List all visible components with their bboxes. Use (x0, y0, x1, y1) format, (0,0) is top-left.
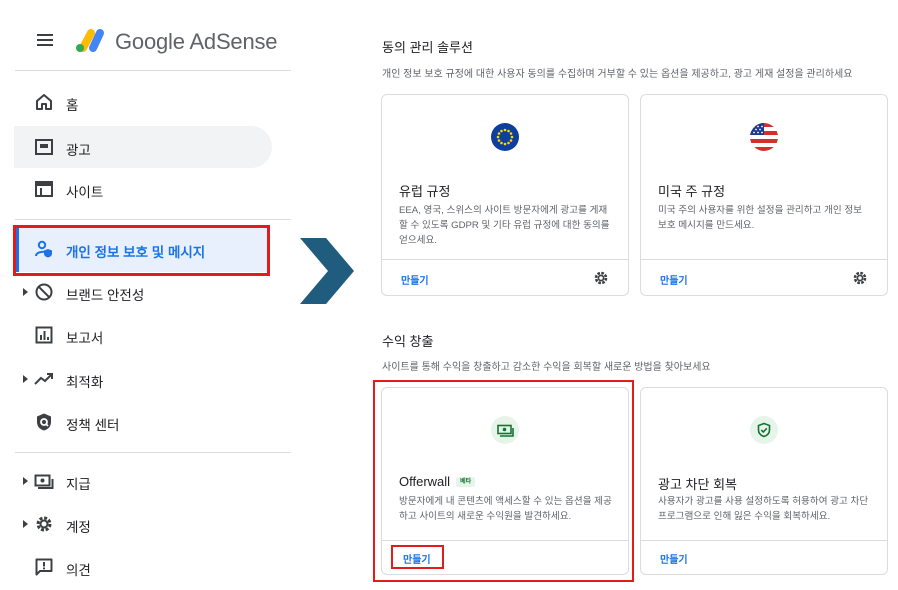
payments-icon (34, 474, 54, 489)
sidebar: Google AdSense 홈 광고 사이트 개인 정보 보호 및 메시지 브… (0, 0, 300, 590)
sidebar-item-label: 사이트 (66, 185, 104, 200)
sidebar-item-label: 최적화 (66, 375, 104, 390)
card-description: 미국 주의 사용자를 위한 설정을 관리하고 개인 정보 보호 메시지를 만드세… (658, 205, 863, 231)
eu-flag-icon (491, 123, 519, 151)
divider (15, 452, 291, 453)
sidebar-item-label: 광고 (66, 143, 91, 158)
sidebar-item-label: 브랜드 안전성 (66, 288, 145, 303)
home-icon (36, 94, 52, 110)
privacy-messaging-icon (35, 240, 52, 258)
us-flag-icon (750, 123, 778, 151)
expand-arrow-icon[interactable] (23, 477, 28, 485)
shield-check-icon (750, 416, 778, 444)
section-subtitle-revenue: 사이트를 통해 수익을 창출하고 감소한 수익을 회복할 새로운 방법을 찾아보… (382, 362, 711, 373)
divider (15, 70, 291, 71)
sidebar-item-label: 계정 (66, 520, 91, 535)
block-icon (35, 283, 53, 301)
divider (641, 259, 887, 260)
divider (382, 259, 628, 260)
sites-icon (35, 181, 53, 197)
menu-icon[interactable] (37, 34, 53, 46)
section-title-consent: 동의 관리 솔루션 (382, 40, 473, 55)
sidebar-item-account[interactable]: 계정 (14, 503, 272, 545)
create-button[interactable]: 만들기 (660, 272, 688, 287)
gear-icon[interactable] (593, 270, 609, 286)
ads-icon (35, 139, 53, 155)
adsense-logo-icon (76, 29, 104, 52)
brand-name: Google AdSense (115, 29, 278, 54)
sidebar-item-feedback[interactable]: 의견 (14, 546, 272, 588)
card-title-text: Offerwall (399, 474, 451, 489)
card-title: Offerwall 베타 (399, 474, 476, 489)
sidebar-item-label: 보고서 (66, 331, 104, 346)
card-title: 미국 주 규정 (658, 184, 726, 199)
expand-arrow-icon[interactable] (23, 520, 28, 528)
card-description: 사용자가 광고를 사용 설정하도록 허용하여 광고 차단 프로그램으로 인해 잃… (658, 496, 869, 522)
card-us-state-regulations[interactable]: 미국 주 규정 미국 주의 사용자를 위한 설정을 관리하고 개인 정보 보호 … (640, 94, 888, 296)
sidebar-item-label: 정책 센터 (66, 418, 120, 433)
gear-icon[interactable] (852, 270, 868, 286)
expand-arrow-icon[interactable] (23, 375, 28, 383)
app-header: Google AdSense (0, 0, 300, 70)
sidebar-item-label: 홈 (66, 98, 79, 113)
card-description: EEA, 영국, 스위스의 사이트 방문자에게 광고를 게재할 수 있도록 GD… (399, 205, 610, 246)
beta-badge: 베타 (456, 477, 476, 487)
active-indicator (14, 227, 19, 272)
sidebar-item-label: 지급 (66, 477, 91, 492)
section-title-revenue: 수익 창출 (382, 334, 434, 349)
reports-icon (35, 326, 53, 344)
chevron-right-icon (300, 238, 354, 304)
sidebar-item-sites[interactable]: 사이트 (14, 168, 272, 210)
divider (382, 540, 628, 541)
policy-shield-icon (37, 413, 51, 431)
create-button[interactable]: 만들기 (401, 272, 429, 287)
divider (15, 219, 291, 220)
sidebar-item-label: 개인 정보 보호 및 메시지 (66, 245, 206, 260)
divider (641, 540, 887, 541)
card-title: 유럽 규정 (399, 184, 451, 199)
feedback-icon (35, 558, 53, 576)
sidebar-item-brand-safety[interactable]: 브랜드 안전성 (14, 271, 272, 313)
card-title: 광고 차단 회복 (658, 477, 737, 492)
sidebar-item-reports[interactable]: 보고서 (14, 314, 272, 356)
create-button[interactable]: 만들기 (660, 551, 688, 566)
card-eu-regulations[interactable]: 유럽 규정 EEA, 영국, 스위스의 사이트 방문자에게 광고를 게재할 수 … (381, 94, 629, 296)
sidebar-item-optimization[interactable]: 최적화 (14, 358, 272, 400)
expand-arrow-icon[interactable] (23, 288, 28, 296)
trending-icon (34, 373, 53, 385)
settings-gear-icon (36, 516, 52, 532)
sidebar-item-privacy-messaging[interactable]: 개인 정보 보호 및 메시지 (14, 227, 270, 272)
section-subtitle-consent: 개인 정보 보호 규정에 대한 사용자 동의를 수집하며 거부할 수 있는 옵션… (382, 69, 853, 80)
sidebar-item-home[interactable]: 홈 (14, 81, 272, 123)
money-icon (491, 416, 519, 444)
sidebar-item-ads[interactable]: 광고 (14, 126, 272, 168)
card-description: 방문자에게 내 콘텐츠에 액세스할 수 있는 옵션을 제공하고 사이트의 새로운… (399, 496, 612, 522)
card-ad-block-recovery[interactable]: 광고 차단 회복 사용자가 광고를 사용 설정하도록 허용하여 광고 차단 프로… (640, 387, 888, 575)
sidebar-item-payments[interactable]: 지급 (14, 460, 272, 502)
sidebar-item-policy-center[interactable]: 정책 센터 (14, 401, 272, 443)
card-offerwall[interactable]: Offerwall 베타 방문자에게 내 콘텐츠에 액세스할 수 있는 옵션을 제… (381, 387, 629, 575)
sidebar-item-label: 의견 (66, 563, 91, 578)
create-button[interactable]: 만들기 (403, 551, 431, 566)
